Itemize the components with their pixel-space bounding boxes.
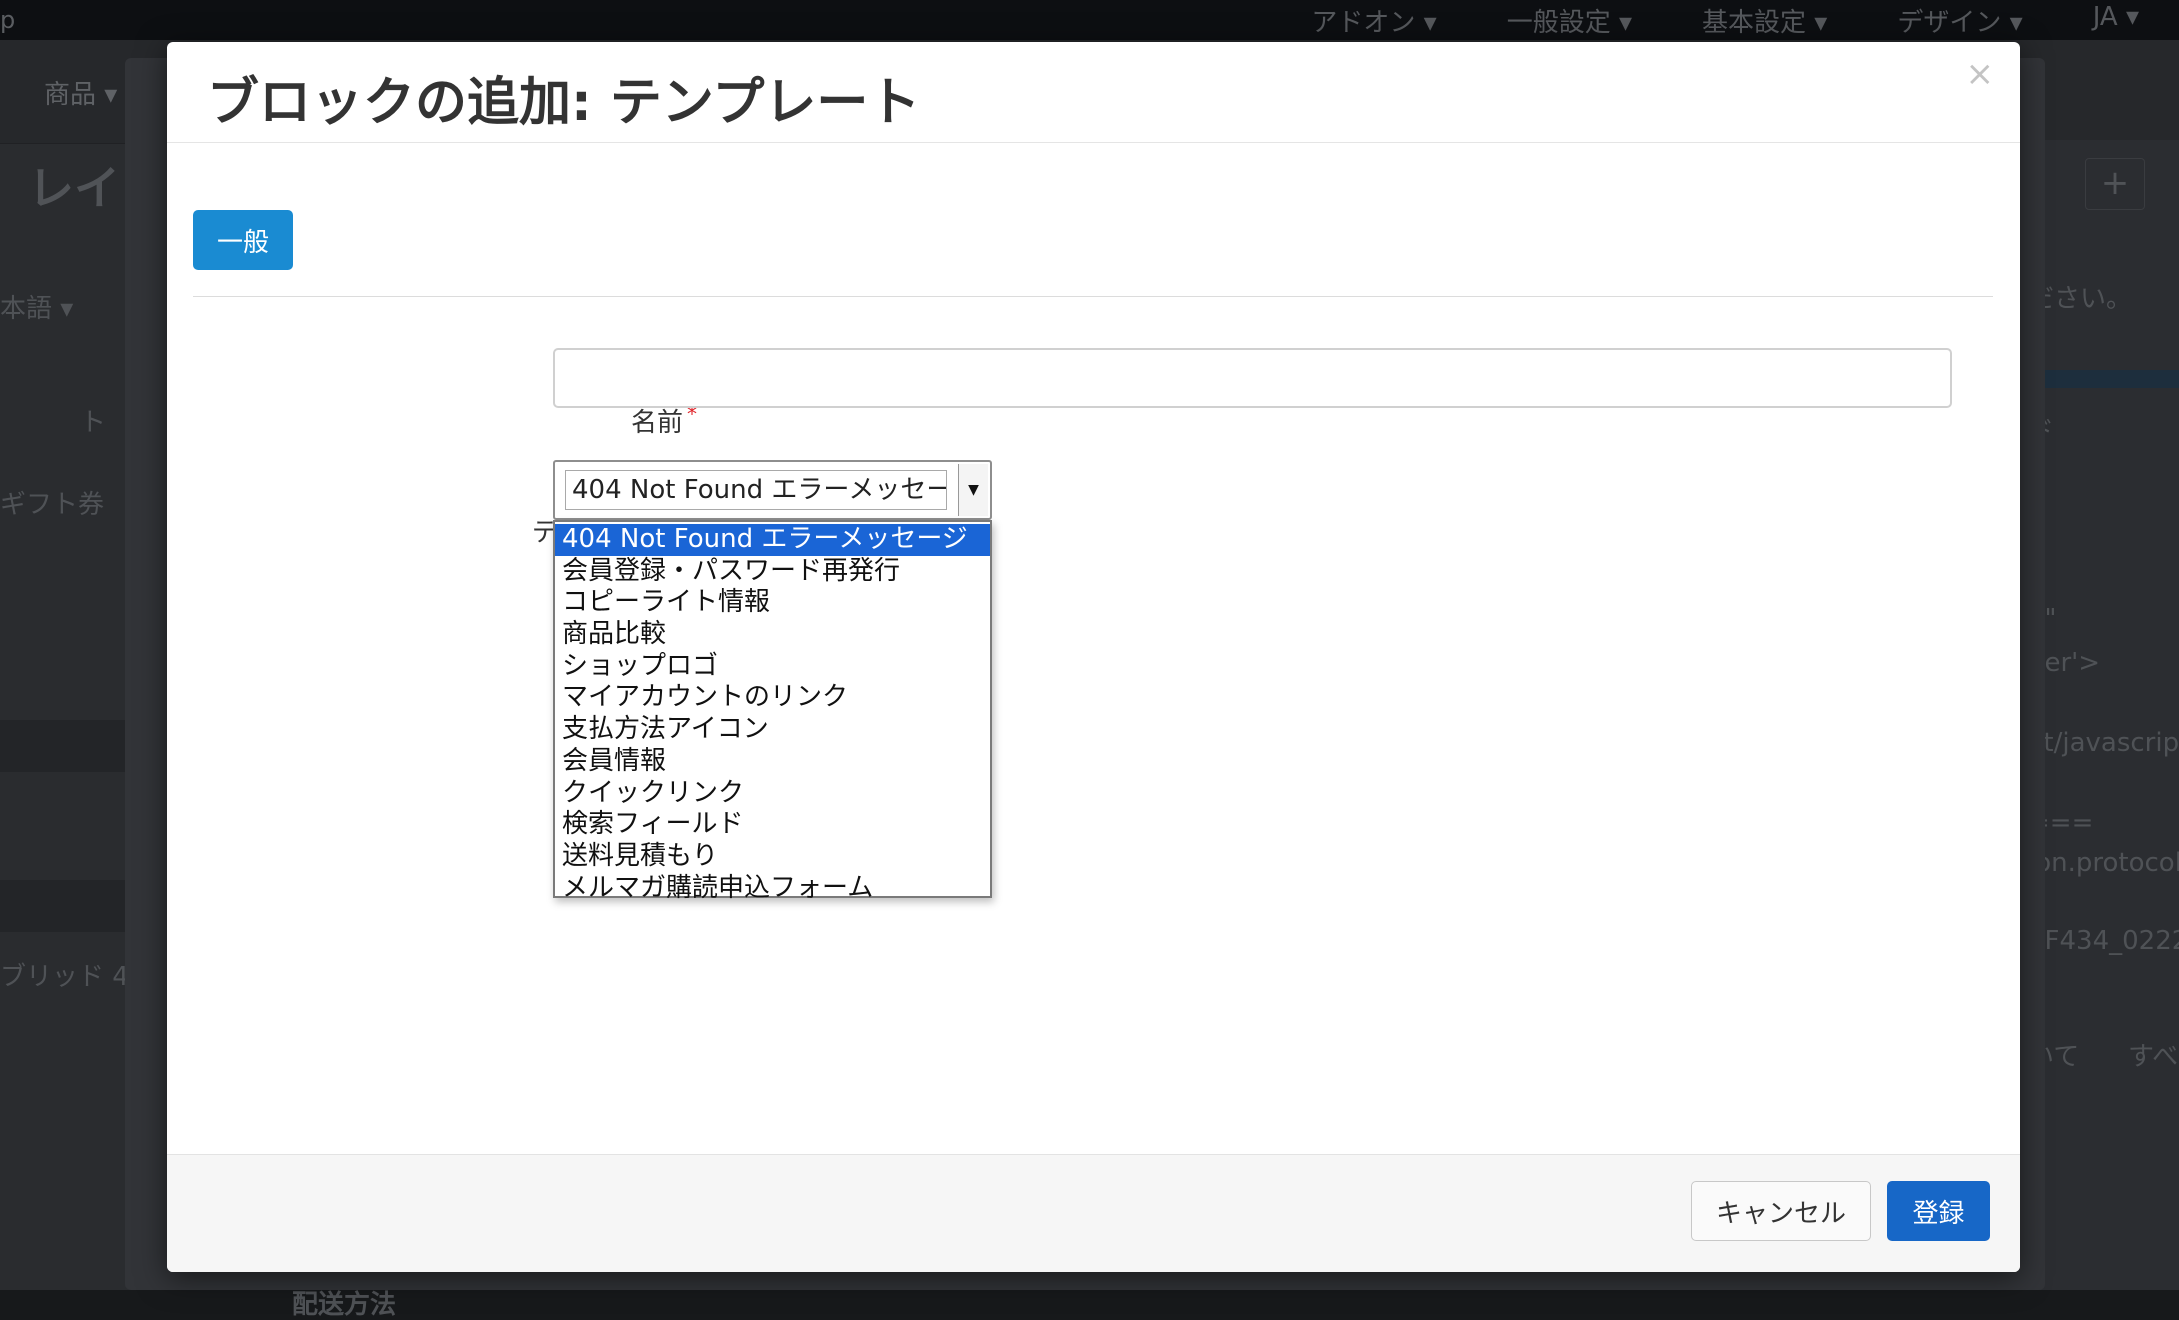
tab-general[interactable]: 一般 [193, 210, 293, 270]
dropdown-option[interactable]: マイアカウントのリンク [555, 682, 990, 714]
close-icon[interactable]: × [1966, 54, 1995, 94]
bg-top-navbar: p アドオン ▾ 一般設定 ▾ 基本設定 ▾ デザイン ▾ JA ▾ [0, 0, 2179, 40]
bg-menu-design: デザイン ▾ [1897, 8, 2023, 38]
bg-band [0, 720, 130, 772]
bg-left-text: ブリッド 4 [0, 962, 129, 992]
dropdown-option[interactable]: 送料見積もり [555, 841, 990, 873]
bg-band [0, 880, 130, 932]
bg-menu-addons: アドオン ▾ [1311, 8, 1437, 38]
cancel-button[interactable]: キャンセル [1691, 1181, 1871, 1241]
dropdown-option[interactable]: メルマガ購読申込フォーム [555, 873, 990, 905]
dropdown-option[interactable]: 会員情報 [555, 746, 990, 778]
modal-title: ブロックの追加: テンプレート [207, 73, 921, 133]
bg-left-text: ギフト券 [0, 490, 105, 520]
name-input[interactable] [553, 348, 1952, 408]
dropdown-option[interactable]: 商品比較 [555, 619, 990, 651]
bg-right-text: 2F434_0222' [2028, 926, 2179, 956]
dropdown-option[interactable]: 支払方法アイコン [555, 714, 990, 746]
add-block-modal: ブロックの追加: テンプレート × 一般 名前* テンプレート 404 Not … [167, 42, 2020, 1272]
submit-button[interactable]: 登録 [1887, 1181, 1990, 1241]
bg-right-text: ion.protocol ? [2028, 848, 2179, 878]
dropdown-option[interactable]: クイックリンク [555, 778, 990, 810]
bg-right-text: すべ [2128, 1042, 2179, 1072]
name-label-text: 名前 [630, 408, 683, 438]
dropdown-option[interactable]: 検索フィールド [555, 809, 990, 841]
bg-top-menu: アドオン ▾ 一般設定 ▾ 基本設定 ▾ デザイン ▾ JA ▾ [1311, 2, 2139, 39]
tabs-divider [193, 296, 1993, 297]
template-dropdown-list: 404 Not Found エラーメッセージ 会員登録・パスワード再発行 コピー… [553, 520, 992, 903]
bg-menu-general-settings: 一般設定 ▾ [1506, 8, 1633, 38]
bg-right-text: xt/javascript"> [2028, 728, 2179, 758]
dropdown-option[interactable]: 404 Not Found エラーメッセージ [555, 524, 990, 556]
bg-brand: p [0, 6, 16, 34]
dropdown-option[interactable]: ショップロゴ [555, 651, 990, 683]
template-select[interactable]: 404 Not Found エラーメッセージ ▼ [553, 460, 992, 520]
modal-footer: キャンセル 登録 [167, 1154, 2020, 1272]
bg-left-text: ト [80, 408, 107, 438]
bg-menu-language: JA ▾ [2092, 2, 2139, 32]
template-select-value: 404 Not Found エラーメッセージ [565, 470, 947, 510]
bg-menu-basic-settings: 基本設定 ▾ [1702, 8, 1828, 38]
bg-bottom-text: 配送方法 [292, 1290, 397, 1320]
caret-down-icon[interactable]: ▼ [958, 464, 988, 516]
modal-header: ブロックの追加: テンプレート × [167, 42, 2020, 143]
bg-page-title: レイ [28, 161, 120, 215]
bg-language-selector: 本語 ▾ [0, 294, 74, 324]
dropdown-option[interactable]: コピーライト情報 [555, 587, 990, 619]
dropdown-option[interactable]: 会員登録・パスワード再発行 [555, 556, 990, 588]
bg-add-icon: + [2085, 158, 2145, 210]
bg-menu-products: 商品 ▾ [44, 80, 118, 110]
